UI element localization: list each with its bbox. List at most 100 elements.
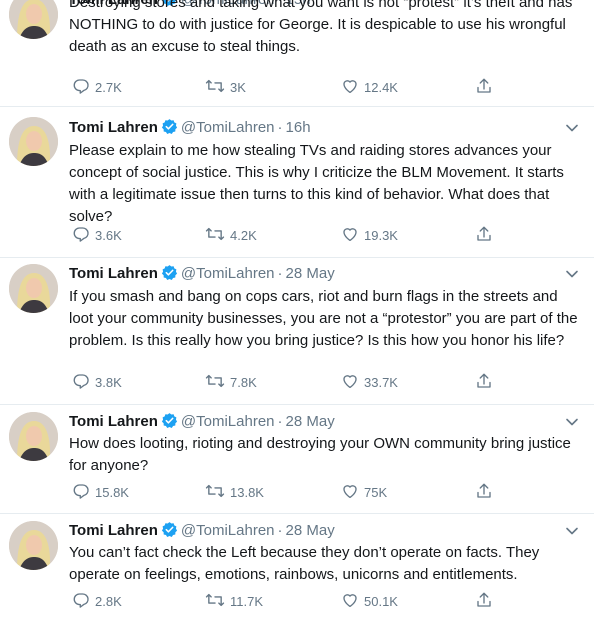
tweet-actions: 2.7K 3K 12.4K — [69, 77, 491, 97]
reply-button[interactable]: 2.8K — [72, 591, 122, 611]
chevron-down-icon[interactable] — [564, 266, 580, 282]
verified-badge-icon — [161, 264, 178, 287]
retweet-count: 4.2K — [230, 227, 257, 243]
like-button[interactable]: 19.3K — [341, 225, 398, 245]
avatar[interactable] — [9, 117, 58, 166]
share-button[interactable] — [475, 225, 498, 245]
author-name[interactable]: Tomi Lahren — [69, 265, 158, 282]
like-count: 19.3K — [364, 227, 398, 243]
reply-count: 2.7K — [95, 79, 122, 95]
like-button[interactable]: 50.1K — [341, 591, 398, 611]
retweet-count: 11.7K — [230, 593, 264, 609]
verified-badge-icon — [161, 412, 178, 435]
avatar[interactable] — [9, 0, 58, 39]
like-icon — [341, 482, 364, 503]
reply-icon — [72, 482, 95, 503]
tweet-header: Tomi Lahren @TomiLahren · 28 May — [69, 412, 335, 432]
like-count: 75K — [364, 484, 388, 500]
tweet[interactable]: Tomi Lahren@TomiLahren·15h Destroying st… — [0, 0, 594, 107]
tweet-text: Please explain to me how stealing TVs an… — [69, 142, 564, 225]
retweet-icon — [205, 225, 230, 246]
tweet[interactable]: Tomi Lahren @TomiLahren · 28 May You can’t … — [0, 514, 594, 624]
verified-badge-icon — [161, 118, 178, 141]
retweet-button[interactable]: 13.8K — [205, 482, 264, 502]
tweet-text: You can’t fact check the Left because th… — [69, 544, 540, 583]
separator: · — [277, 265, 283, 282]
share-icon — [475, 225, 498, 246]
reply-count: 2.8K — [95, 593, 122, 609]
share-icon — [475, 372, 498, 393]
share-icon — [475, 77, 498, 98]
retweet-count: 3K — [230, 79, 246, 95]
author-handle[interactable]: @TomiLahren — [181, 413, 275, 430]
retweet-icon — [205, 372, 230, 393]
tweet-actions: 3.8K 7.8K 33.7K — [69, 372, 491, 392]
share-button[interactable] — [475, 372, 498, 392]
avatar[interactable] — [9, 264, 58, 313]
like-icon — [341, 591, 364, 612]
retweet-icon — [205, 77, 230, 98]
reply-button[interactable]: 3.8K — [72, 372, 122, 392]
like-icon — [341, 77, 364, 98]
tweet[interactable]: Tomi Lahren @TomiLahren · 28 May If you sma… — [0, 258, 594, 405]
chevron-down-icon[interactable] — [564, 120, 580, 136]
share-button[interactable] — [475, 482, 498, 502]
retweet-button[interactable]: 7.8K — [205, 372, 257, 392]
separator: · — [277, 413, 283, 430]
tweet-timestamp[interactable]: 28 May — [286, 413, 335, 430]
like-count: 33.7K — [364, 374, 398, 390]
reply-button[interactable]: 3.6K — [72, 225, 122, 245]
tweet-timestamp[interactable]: 28 May — [286, 522, 335, 539]
chevron-down-icon[interactable] — [564, 414, 580, 430]
reply-count: 3.8K — [95, 374, 122, 390]
reply-icon — [72, 77, 95, 98]
tweet-header: Tomi Lahren @TomiLahren · 16h — [69, 118, 311, 138]
tweet-text: How does looting, rioting and destroying… — [69, 435, 571, 474]
tweet-actions: 2.8K 11.7K 50.1K — [69, 591, 491, 611]
retweet-count: 13.8K — [230, 484, 264, 500]
like-count: 12.4K — [364, 79, 398, 95]
retweet-count: 7.8K — [230, 374, 257, 390]
tweet-actions: 15.8K 13.8K 75K — [69, 482, 491, 502]
separator: · — [277, 522, 283, 539]
tweet-header: Tomi Lahren @TomiLahren · 28 May — [69, 521, 335, 541]
tweet-timestamp[interactable]: 28 May — [286, 265, 335, 282]
reply-button[interactable]: 2.7K — [72, 77, 122, 97]
like-button[interactable]: 33.7K — [341, 372, 398, 392]
retweet-button[interactable]: 4.2K — [205, 225, 257, 245]
tweet[interactable]: Tomi Lahren @TomiLahren · 28 May How does l… — [0, 405, 594, 514]
author-name[interactable]: Tomi Lahren — [69, 119, 158, 136]
tweet-text: If you smash and bang on cops cars, riot… — [69, 288, 578, 349]
like-button[interactable]: 12.4K — [341, 77, 398, 97]
retweet-button[interactable]: 11.7K — [205, 591, 263, 611]
like-button[interactable]: 75K — [341, 482, 387, 502]
reply-icon — [72, 591, 95, 612]
retweet-button[interactable]: 3K — [205, 77, 246, 97]
avatar[interactable] — [9, 412, 58, 461]
share-button[interactable] — [475, 591, 498, 611]
reply-icon — [72, 372, 95, 393]
like-icon — [341, 225, 364, 246]
reply-count: 15.8K — [95, 484, 129, 500]
author-handle[interactable]: @TomiLahren — [181, 119, 275, 136]
reply-button[interactable]: 15.8K — [72, 482, 129, 502]
retweet-icon — [205, 482, 230, 503]
reply-icon — [72, 225, 95, 246]
tweet[interactable]: Tomi Lahren @TomiLahren · 16h Please explai… — [0, 107, 594, 258]
like-count: 50.1K — [364, 593, 398, 609]
share-button[interactable] — [475, 77, 498, 97]
author-handle[interactable]: @TomiLahren — [181, 265, 275, 282]
author-handle[interactable]: @TomiLahren — [181, 522, 275, 539]
reply-count: 3.6K — [95, 227, 122, 243]
share-icon — [475, 591, 498, 612]
like-icon — [341, 372, 364, 393]
chevron-down-icon[interactable] — [564, 523, 580, 539]
author-name[interactable]: Tomi Lahren — [69, 522, 158, 539]
tweet-timestamp[interactable]: 16h — [286, 119, 311, 136]
avatar[interactable] — [9, 521, 58, 570]
share-icon — [475, 482, 498, 503]
tweet-header: Tomi Lahren @TomiLahren · 28 May — [69, 264, 335, 284]
author-name[interactable]: Tomi Lahren — [69, 413, 158, 430]
tweet-text: Destroying stores and taking what you wa… — [69, 0, 573, 55]
retweet-icon — [205, 591, 230, 612]
